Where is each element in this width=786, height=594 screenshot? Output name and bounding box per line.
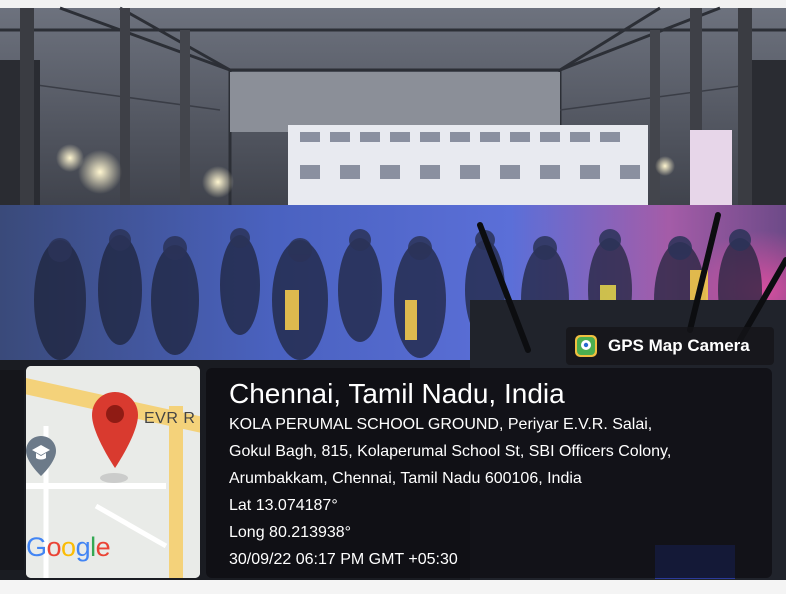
gps-map-camera-icon <box>575 335 597 357</box>
map-road-label: EVR R <box>144 410 196 427</box>
address-line-2: Gokul Bagh, 815, Kolaperumal School St, … <box>229 443 672 460</box>
photo-stage: GPS Map Camera EVR R Google Chennai, Tam… <box>0 0 786 594</box>
address-line-1: KOLA PERUMAL SCHOOL GROUND, Periyar E.V.… <box>229 416 653 433</box>
longitude-value: Long 80.213938° <box>229 524 352 541</box>
latitude-value: Lat 13.074187° <box>229 497 338 514</box>
google-logo: Google <box>26 532 111 562</box>
school-icon <box>26 436 56 476</box>
map-thumbnail: EVR R Google <box>26 366 200 578</box>
gps-badge-label: GPS Map Camera <box>608 336 750 355</box>
map-pin-icon <box>92 392 138 468</box>
gps-map-camera-badge: GPS Map Camera <box>566 327 774 365</box>
datetime-value: 30/09/22 06:17 PM GMT +05:30 <box>229 551 458 568</box>
location-title: Chennai, Tamil Nadu, India <box>229 378 565 409</box>
address-line-3: Arumbakkam, Chennai, Tamil Nadu 600106, … <box>229 470 582 487</box>
